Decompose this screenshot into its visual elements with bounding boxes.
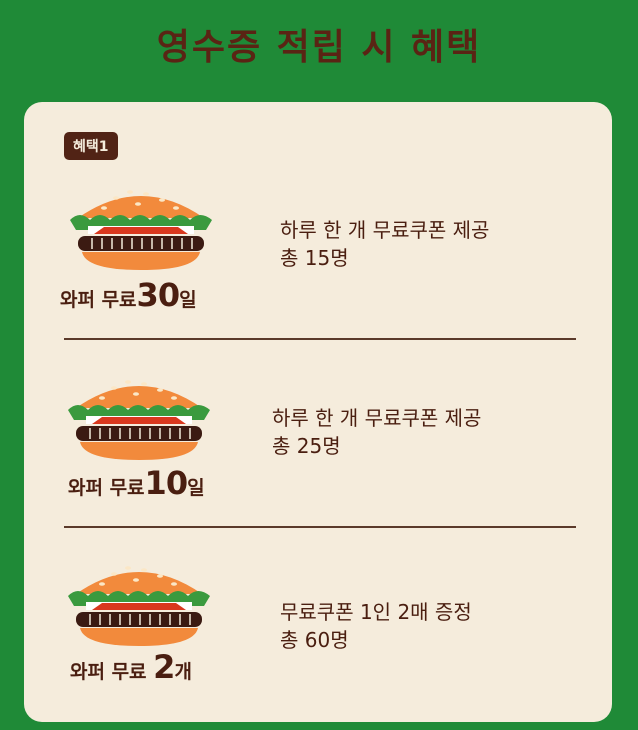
- burger-icon: [70, 190, 212, 270]
- benefit-badge: 혜택1: [64, 132, 118, 160]
- divider: [64, 338, 576, 340]
- benefit-caption: 와퍼 무료 2개: [70, 648, 192, 686]
- burger-icon: [68, 566, 210, 646]
- burger-icon: [68, 380, 210, 460]
- benefit-description: 하루 한 개 무료쿠폰 제공 총 15명: [280, 218, 490, 270]
- benefit-caption: 와퍼 무료10일: [68, 464, 205, 502]
- benefits-card: 혜택1 와퍼 무료30일 하루 한 개 무료쿠폰 제공 총 15명 와퍼 무료1…: [24, 102, 612, 722]
- benefit-caption: 와퍼 무료30일: [60, 276, 197, 314]
- divider: [64, 526, 576, 528]
- benefit-description: 무료쿠폰 1인 2매 증정 총 60명: [280, 600, 472, 652]
- page-title: 영수증 적립 시 혜택: [156, 27, 482, 68]
- benefit-description: 하루 한 개 무료쿠폰 제공 총 25명: [272, 406, 482, 458]
